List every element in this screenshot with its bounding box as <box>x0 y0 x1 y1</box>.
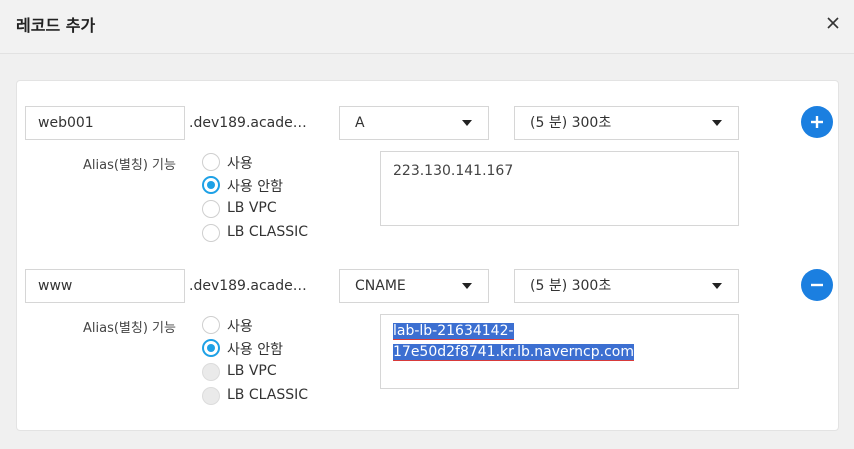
minus-icon <box>811 283 823 287</box>
record-name-input[interactable] <box>25 269 185 303</box>
record-value-textarea[interactable]: lab-lb-21634142- 17e50d2f8741.kr.lb.nave… <box>380 314 739 389</box>
ttl-value: (5 분) 300초 <box>530 115 612 131</box>
alias-label: Alias(별칭) 기능 <box>83 158 176 173</box>
alias-option-label: 사용 안함 <box>227 342 283 358</box>
radio-icon <box>202 153 220 171</box>
radio-icon <box>202 224 220 242</box>
caret-down-icon <box>712 283 722 289</box>
radio-disabled-icon <box>202 387 220 405</box>
record-type-value: A <box>355 115 365 131</box>
add-record-button[interactable] <box>801 106 833 138</box>
radio-disabled-icon <box>202 363 220 381</box>
record-value-textarea[interactable]: 223.130.141.167 <box>380 151 739 226</box>
record-name-input[interactable] <box>25 106 185 140</box>
record-row: .dev189.academe... CNAME (5 분) 300초 Alia… <box>17 269 840 419</box>
record-value-selected-line: lab-lb-21634142- <box>393 323 514 340</box>
caret-down-icon <box>462 120 472 126</box>
alias-option-label: LB VPC <box>227 363 277 379</box>
caret-down-icon <box>712 120 722 126</box>
record-value-line: 223.130.141.167 <box>393 163 514 179</box>
radio-checked-icon <box>202 339 220 357</box>
caret-down-icon <box>462 283 472 289</box>
record-type-select[interactable]: CNAME <box>339 269 489 303</box>
ttl-select[interactable]: (5 분) 300초 <box>514 106 739 140</box>
alias-option-label: 사용 안함 <box>227 179 283 195</box>
radio-icon <box>202 316 220 334</box>
close-icon[interactable] <box>822 12 844 34</box>
alias-option-label: LB CLASSIC <box>227 387 309 403</box>
record-type-select[interactable]: A <box>339 106 489 140</box>
remove-record-button[interactable] <box>801 269 833 301</box>
dialog-title: 레코드 추가 <box>16 16 96 35</box>
record-domain: .dev189.academe... <box>189 115 317 131</box>
radio-checked-icon <box>202 176 220 194</box>
alias-label: Alias(별칭) 기능 <box>83 321 176 336</box>
record-domain: .dev189.academe... <box>189 278 317 294</box>
radio-icon <box>202 200 220 218</box>
alias-option-label: LB CLASSIC <box>227 224 309 240</box>
ttl-select[interactable]: (5 분) 300초 <box>514 269 739 303</box>
alias-option-label: 사용 <box>227 156 253 172</box>
ttl-value: (5 분) 300초 <box>530 278 612 294</box>
records-panel: .dev189.academe... A (5 분) 300초 Alias(별칭… <box>16 80 839 431</box>
record-value-selected-line: 17e50d2f8741.kr.lb.naverncp.com <box>393 344 634 361</box>
record-row: .dev189.academe... A (5 분) 300초 Alias(별칭… <box>17 106 840 256</box>
dialog-header: 레코드 추가 <box>0 0 854 54</box>
alias-option-label: 사용 <box>227 319 253 335</box>
plus-icon <box>811 116 823 128</box>
record-type-value: CNAME <box>355 278 406 294</box>
alias-option-label: LB VPC <box>227 200 277 216</box>
